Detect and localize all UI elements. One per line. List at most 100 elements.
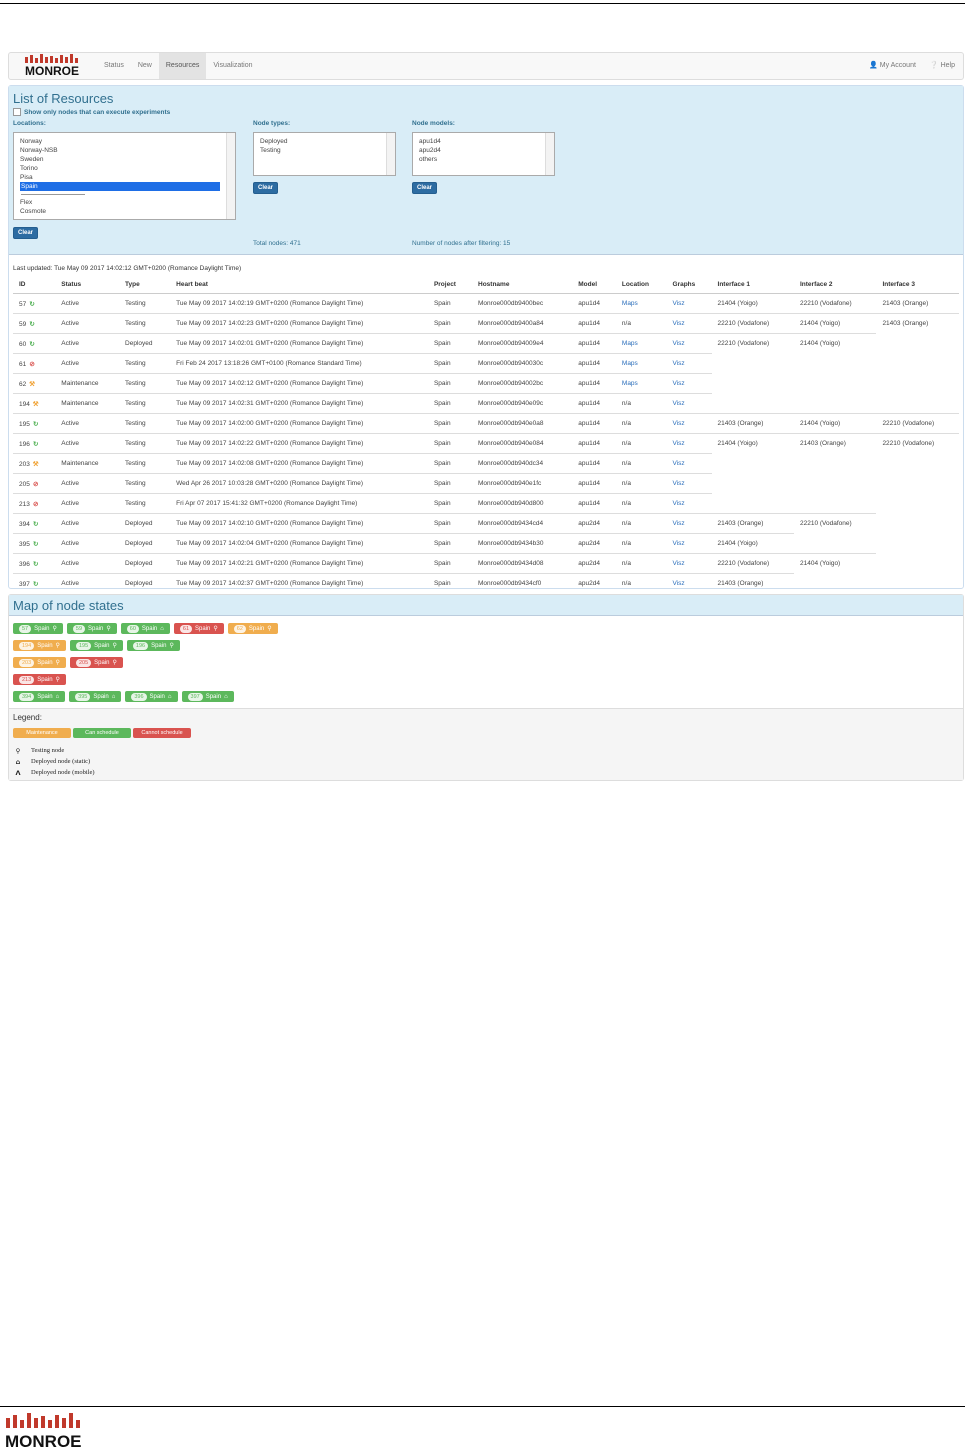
node-badge[interactable]: 396 Spain ⌂ — [125, 691, 178, 702]
column-header[interactable]: Graphs — [666, 276, 712, 294]
id-cell: 395 ↻ — [13, 533, 56, 554]
column-header[interactable]: Heart beat — [170, 276, 428, 294]
nav-status[interactable]: Status — [97, 53, 131, 79]
visz-link[interactable]: Visz — [673, 440, 685, 447]
node-badge[interactable]: 57 Spain ⚲ — [13, 623, 63, 634]
monroe-logo[interactable]: MONROE — [23, 53, 85, 81]
location-option[interactable]: Flex — [14, 198, 235, 207]
visz-link[interactable]: Visz — [673, 500, 685, 507]
nav-visualization[interactable]: Visualization — [206, 53, 259, 79]
node-badge[interactable]: 395 Spain ⌂ — [69, 691, 122, 702]
table-row[interactable]: 196 ↻ Active Testing Tue May 09 2017 14:02:… — [13, 433, 959, 454]
node-badge[interactable]: 59 Spain ⚲ — [66, 623, 117, 634]
node-model-option[interactable]: apu2d4 — [413, 146, 554, 155]
visz-link[interactable]: Visz — [673, 480, 685, 487]
clear-node-models-button[interactable]: Clear — [412, 182, 438, 194]
node-badge[interactable]: 394 Spain ⌂ — [13, 691, 66, 702]
node-badge[interactable]: 205 Spain ⚲ — [69, 657, 123, 668]
maps-link[interactable]: Maps — [622, 340, 638, 347]
node-badge[interactable]: 203 Spain ⚲ — [13, 657, 66, 668]
location-option[interactable]: Torino — [14, 164, 235, 173]
help-link[interactable]: ❔ Help — [930, 53, 955, 79]
node-models-scrollbar[interactable] — [545, 133, 554, 175]
location-option[interactable]: Pisa — [14, 173, 235, 182]
nav-resources[interactable]: Resources — [158, 53, 207, 79]
node-badge[interactable]: 195 Spain ⚲ — [69, 640, 123, 651]
executable-only-checkbox[interactable] — [13, 108, 21, 116]
id-cell: 195 ↻ — [13, 413, 56, 434]
node-types-scrollbar[interactable] — [386, 133, 395, 175]
visz-link[interactable]: Visz — [673, 460, 685, 467]
nav-new[interactable]: New — [131, 53, 159, 79]
column-header[interactable]: Hostname — [472, 276, 573, 294]
location-option-selected[interactable]: Spain — [20, 182, 220, 191]
location-option[interactable]: Cosmote — [14, 207, 235, 216]
node-badge[interactable]: 397 Spain ⌂ — [181, 691, 234, 702]
visz-link[interactable]: Visz — [673, 580, 685, 587]
hostname-cell: Monroe000db940e0a8 — [472, 413, 573, 434]
table-row[interactable]: 203 ⚒ Maintenance Testing Tue May 09 2017 1… — [13, 453, 959, 474]
table-row[interactable]: 62 ⚒ Maintenance Testing Tue May 09 2017 14… — [13, 373, 959, 394]
table-row[interactable]: 205 ⊘ Active Testing Wed Apr 26 2017 10:03:… — [13, 473, 959, 494]
column-header[interactable]: Type — [119, 276, 171, 294]
column-header[interactable]: Status — [55, 276, 120, 294]
node-types-listbox[interactable]: Deployed Testing — [253, 132, 396, 176]
visz-link[interactable]: Visz — [673, 520, 685, 527]
table-row[interactable]: 195 ↻ Active Testing Tue May 09 2017 14:02:… — [13, 413, 959, 434]
locations-scrollbar[interactable] — [226, 133, 235, 219]
visz-link[interactable]: Visz — [673, 560, 685, 567]
node-badge[interactable]: 213 Spain ⚲ — [13, 674, 66, 685]
table-row[interactable]: 194 ⚒ Maintenance Testing Tue May 09 2017 1… — [13, 393, 959, 414]
node-badge[interactable]: 60 Spain ⌂ — [120, 623, 170, 634]
column-header[interactable]: Model — [572, 276, 616, 294]
hostname-cell: Monroe000db940d800 — [472, 493, 573, 514]
table-row[interactable]: 395 ↻ Active Deployed Tue May 09 2017 14:02… — [13, 533, 959, 554]
table-row[interactable]: 396 ↻ Active Deployed Tue May 09 2017 14:02… — [13, 553, 959, 574]
table-row[interactable]: 61 ⊘ Active Testing Fri Feb 24 2017 13:18:2… — [13, 353, 959, 374]
table-row[interactable]: 397 ↻ Active Deployed Tue May 09 2017 14:02… — [13, 573, 959, 593]
column-header[interactable]: Interface 2 — [793, 276, 877, 294]
node-models-listbox[interactable]: apu1d4 apu2d4 others — [412, 132, 555, 176]
visz-link[interactable]: Visz — [673, 400, 685, 407]
node-badge[interactable]: 196 Spain ⚲ — [126, 640, 180, 651]
model-cell: apu1d4 — [572, 293, 616, 314]
node-badge[interactable]: 62 Spain ⚲ — [227, 623, 278, 634]
clear-locations-button[interactable]: Clear — [13, 227, 39, 239]
visz-link[interactable]: Visz — [673, 540, 685, 547]
node-badge[interactable]: 61 Spain ⚲ — [173, 623, 224, 634]
visz-link[interactable]: Visz — [673, 300, 685, 307]
column-header[interactable]: Project — [427, 276, 473, 294]
home-icon: ⌂ — [55, 693, 60, 700]
column-header[interactable]: Interface 3 — [876, 276, 959, 294]
node-type-option[interactable]: Deployed — [254, 137, 395, 146]
column-header[interactable]: Location — [615, 276, 667, 294]
visz-link[interactable]: Visz — [673, 380, 685, 387]
visz-link[interactable]: Visz — [673, 360, 685, 367]
node-badge[interactable]: 194 Spain ⚲ — [13, 640, 66, 651]
location-option[interactable]: Norway — [14, 137, 235, 146]
heartbeat-cell: Tue May 09 2017 14:02:37 GMT+0200 (Roman… — [170, 573, 428, 593]
badge-node-id: 203 — [19, 658, 35, 667]
locations-listbox[interactable]: Norway Norway-NSB Sweden Torino Pisa Spa… — [13, 132, 236, 220]
column-header[interactable]: ID — [13, 276, 56, 294]
my-account-link[interactable]: 👤 My Account — [869, 53, 916, 79]
table-row[interactable]: 394 ↻ Active Deployed Tue May 09 2017 14:02… — [13, 513, 959, 534]
column-header[interactable]: Interface 1 — [711, 276, 794, 294]
maps-link[interactable]: Maps — [622, 380, 638, 387]
badge-node-id: 194 — [19, 641, 35, 650]
node-model-option[interactable]: apu1d4 — [413, 137, 554, 146]
clear-node-types-button[interactable]: Clear — [253, 182, 279, 194]
table-row[interactable]: 59 ↻ Active Testing Tue May 09 2017 14:02:2… — [13, 313, 959, 334]
location-option[interactable]: Sweden — [14, 155, 235, 164]
visz-link[interactable]: Visz — [673, 340, 685, 347]
table-row[interactable]: 57 ↻ Active Testing Tue May 09 2017 14:02:1… — [13, 293, 959, 314]
node-type-option[interactable]: Testing — [254, 146, 395, 155]
location-option[interactable]: Norway-NSB — [14, 146, 235, 155]
visz-link[interactable]: Visz — [673, 320, 685, 327]
visz-link[interactable]: Visz — [673, 420, 685, 427]
maps-link[interactable]: Maps — [622, 300, 638, 307]
node-model-option[interactable]: others — [413, 155, 554, 164]
table-row[interactable]: 213 ⊘ Active Testing Fri Apr 07 2017 15:41:… — [13, 493, 959, 514]
table-row[interactable]: 60 ↻ Active Deployed Tue May 09 2017 14:02:… — [13, 333, 959, 354]
maps-link[interactable]: Maps — [622, 360, 638, 367]
